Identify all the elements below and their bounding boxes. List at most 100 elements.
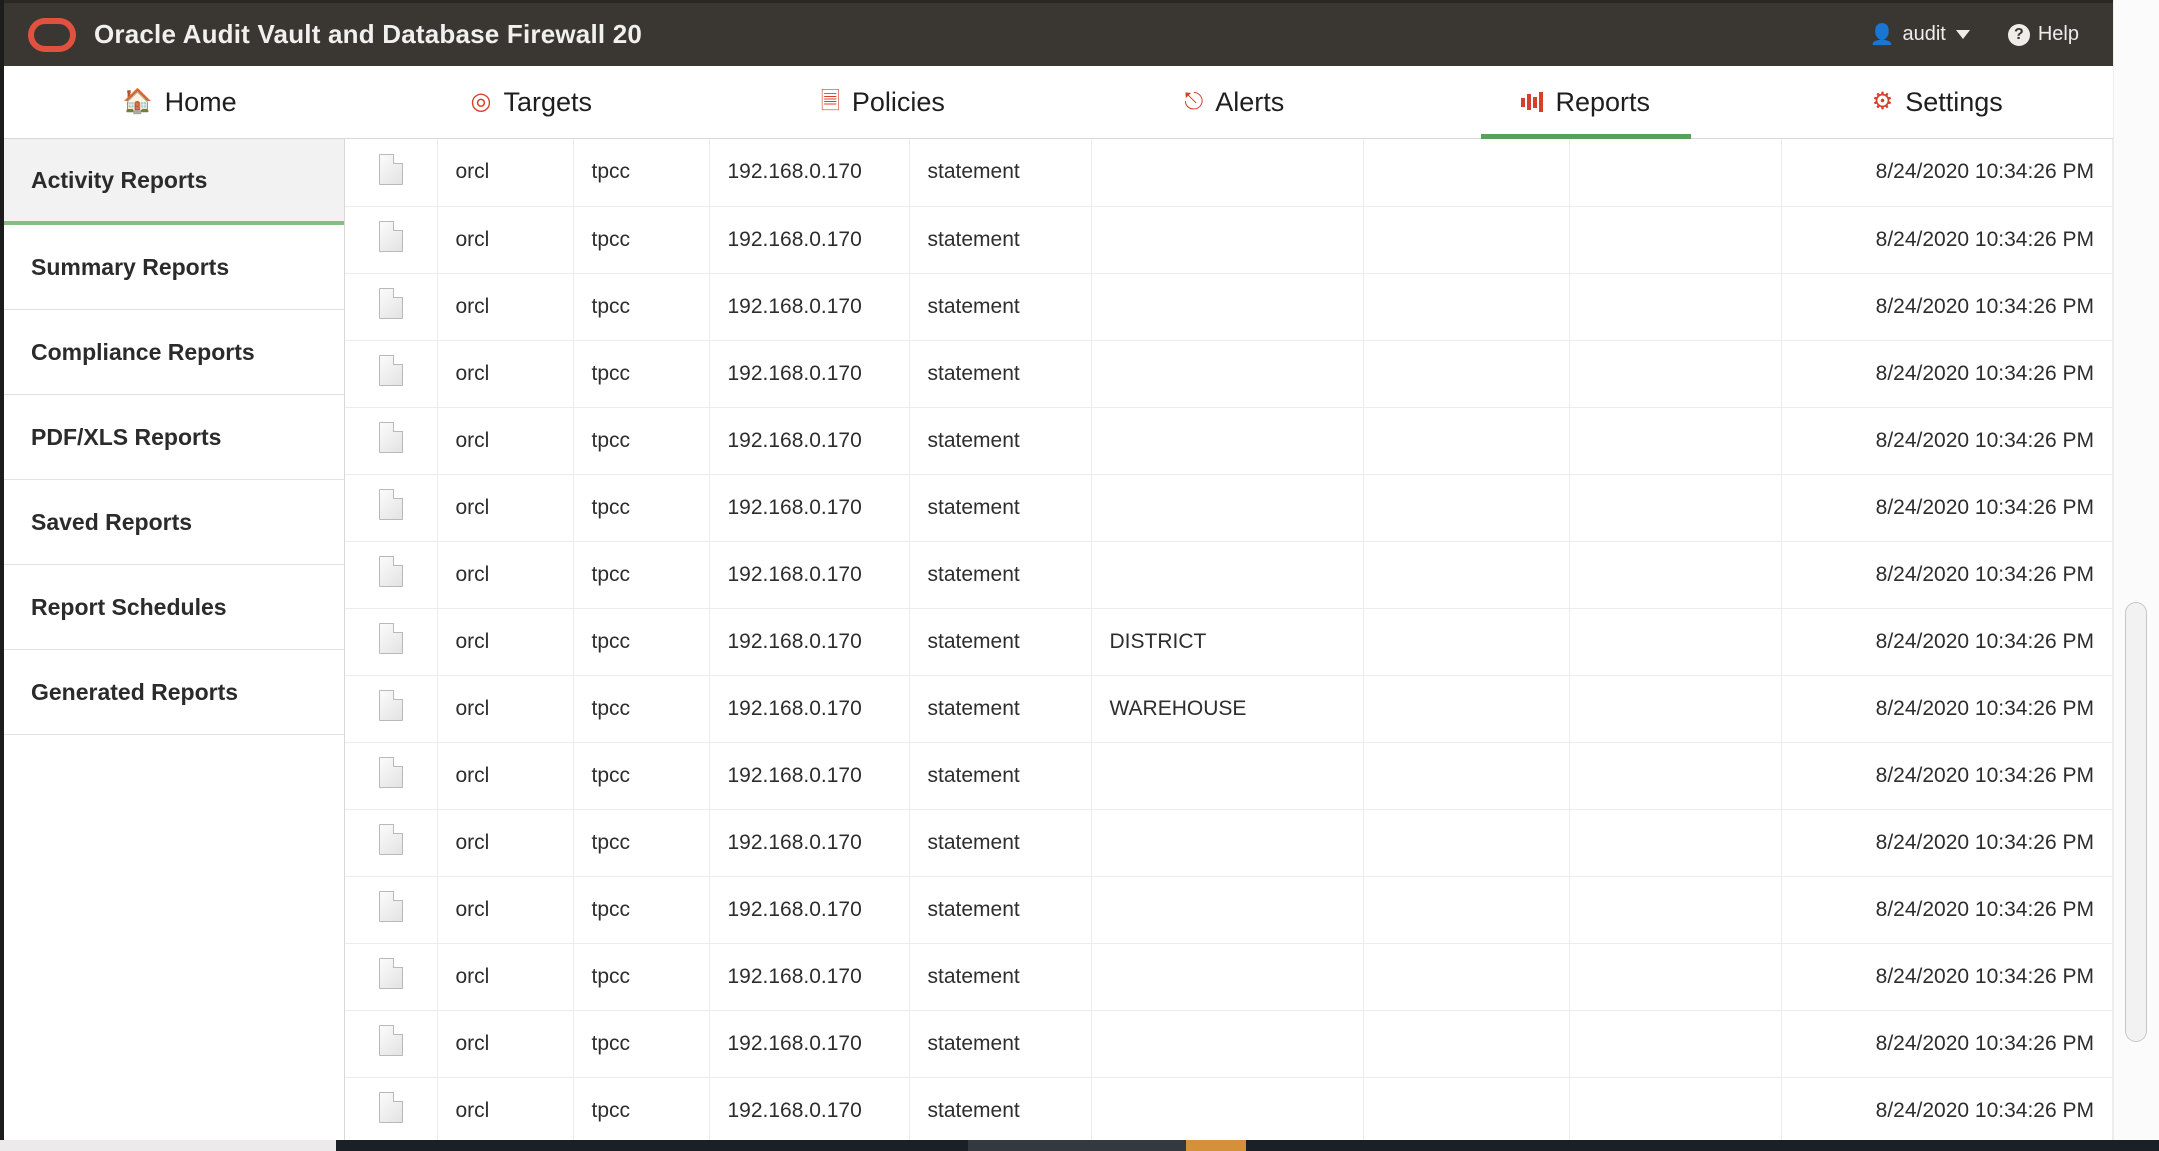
document-icon[interactable] xyxy=(378,288,403,319)
sidebar-item-generated-reports[interactable]: Generated Reports xyxy=(4,650,344,735)
document-icon[interactable] xyxy=(378,355,403,386)
vertical-scrollbar[interactable] xyxy=(2113,0,2159,1140)
row-detail-cell[interactable] xyxy=(345,675,438,743)
row-detail-cell[interactable] xyxy=(345,809,438,877)
reports-sidebar: Activity Reports Summary Reports Complia… xyxy=(4,139,345,1140)
document-icon[interactable] xyxy=(378,422,403,453)
row-detail-cell[interactable] xyxy=(345,139,438,207)
tab-reports[interactable]: Reports xyxy=(1410,66,1762,138)
row-detail-cell[interactable] xyxy=(345,742,438,810)
sidebar-item-activity-reports[interactable]: Activity Reports xyxy=(4,139,344,225)
document-icon[interactable] xyxy=(378,824,403,855)
cell-object xyxy=(1091,876,1364,944)
table-row[interactable]: orcl tpcc 192.168.0.170 statement 8/24/2… xyxy=(345,809,2113,877)
cell-object: WAREHOUSE xyxy=(1091,675,1364,743)
cell-event: statement xyxy=(909,474,1092,542)
table-row[interactable]: orcl tpcc 192.168.0.170 statement 8/24/2… xyxy=(345,876,2113,944)
row-detail-cell[interactable] xyxy=(345,206,438,274)
document-icon[interactable] xyxy=(378,891,403,922)
cell-target: orcl xyxy=(437,407,574,475)
document-icon[interactable] xyxy=(378,757,403,788)
tab-settings[interactable]: ⚙ Settings xyxy=(1762,66,2114,138)
row-detail-cell[interactable] xyxy=(345,474,438,542)
cell-extra xyxy=(1569,809,1782,877)
cell-event: statement xyxy=(909,139,1092,207)
cell-object xyxy=(1091,474,1364,542)
cell-time: 8/24/2020 10:34:26 PM xyxy=(1781,1077,2113,1140)
activity-report-table: orcl tpcc 192.168.0.170 statement 8/24/2… xyxy=(345,139,2113,1140)
cell-user: tpcc xyxy=(573,407,710,475)
table-row[interactable]: orcl tpcc 192.168.0.170 statement DISTRI… xyxy=(345,608,2113,676)
table-row[interactable]: orcl tpcc 192.168.0.170 statement 8/24/2… xyxy=(345,943,2113,1011)
activity-report-table-container[interactable]: orcl tpcc 192.168.0.170 statement 8/24/2… xyxy=(345,139,2113,1140)
document-icon[interactable] xyxy=(378,1025,403,1056)
cell-user: tpcc xyxy=(573,474,710,542)
user-icon: 👤 xyxy=(1869,23,1895,46)
table-row[interactable]: orcl tpcc 192.168.0.170 statement 8/24/2… xyxy=(345,474,2113,542)
taskbar-left-segment xyxy=(0,1140,336,1151)
cell-ip: 192.168.0.170 xyxy=(709,273,910,341)
cell-target: orcl xyxy=(437,675,574,743)
table-row[interactable]: orcl tpcc 192.168.0.170 statement 8/24/2… xyxy=(345,340,2113,408)
cell-object xyxy=(1091,943,1364,1011)
table-row[interactable]: orcl tpcc 192.168.0.170 statement 8/24/2… xyxy=(345,407,2113,475)
cell-ip: 192.168.0.170 xyxy=(709,876,910,944)
row-detail-cell[interactable] xyxy=(345,1010,438,1078)
table-row[interactable]: orcl tpcc 192.168.0.170 statement 8/24/2… xyxy=(345,541,2113,609)
sidebar-item-label: Summary Reports xyxy=(31,253,230,280)
table-row[interactable]: orcl tpcc 192.168.0.170 statement 8/24/2… xyxy=(345,273,2113,341)
tab-alerts[interactable]: ⎋ Alerts xyxy=(1059,66,1411,138)
row-detail-cell[interactable] xyxy=(345,407,438,475)
account-menu[interactable]: 👤 audit xyxy=(1870,23,1970,46)
row-detail-cell[interactable] xyxy=(345,340,438,408)
document-icon[interactable] xyxy=(378,690,403,721)
cell-extra xyxy=(1569,675,1782,743)
sidebar-item-saved-reports[interactable]: Saved Reports xyxy=(4,480,344,565)
table-row[interactable]: orcl tpcc 192.168.0.170 statement 8/24/2… xyxy=(345,1077,2113,1140)
table-row[interactable]: orcl tpcc 192.168.0.170 statement 8/24/2… xyxy=(345,1010,2113,1078)
table-row[interactable]: orcl tpcc 192.168.0.170 statement WAREHO… xyxy=(345,675,2113,743)
row-detail-cell[interactable] xyxy=(345,541,438,609)
cell-event: statement xyxy=(909,273,1092,341)
sidebar-item-summary-reports[interactable]: Summary Reports xyxy=(4,225,344,310)
cell-user: tpcc xyxy=(573,943,710,1011)
cell-object-type xyxy=(1363,474,1570,542)
sidebar-item-label: Activity Reports xyxy=(31,166,208,193)
document-icon[interactable] xyxy=(378,221,403,252)
vertical-scrollbar-thumb[interactable] xyxy=(2125,602,2147,1042)
row-detail-cell[interactable] xyxy=(345,1077,438,1140)
cell-target: orcl xyxy=(437,1077,574,1140)
table-body: orcl tpcc 192.168.0.170 statement 8/24/2… xyxy=(345,139,2113,1140)
cell-time: 8/24/2020 10:34:26 PM xyxy=(1781,541,2113,609)
row-detail-cell[interactable] xyxy=(345,876,438,944)
sidebar-item-pdf-xls-reports[interactable]: PDF/XLS Reports xyxy=(4,395,344,480)
help-link[interactable]: ? Help xyxy=(2007,23,2079,46)
cell-object xyxy=(1091,273,1364,341)
cell-event: statement xyxy=(909,608,1092,676)
table-row[interactable]: orcl tpcc 192.168.0.170 statement 8/24/2… xyxy=(345,206,2113,274)
tab-policies-label: Policies xyxy=(851,86,945,117)
cell-object xyxy=(1091,407,1364,475)
tab-policies[interactable]: 🗏 Policies xyxy=(707,66,1059,138)
document-icon[interactable] xyxy=(378,958,403,989)
document-icon[interactable] xyxy=(378,1092,403,1123)
cell-time: 8/24/2020 10:34:26 PM xyxy=(1781,407,2113,475)
cell-ip: 192.168.0.170 xyxy=(709,340,910,408)
tab-home[interactable]: 🏠 Home xyxy=(4,66,356,138)
table-row[interactable]: orcl tpcc 192.168.0.170 statement 8/24/2… xyxy=(345,742,2113,810)
row-detail-cell[interactable] xyxy=(345,273,438,341)
app-screen: Oracle Audit Vault and Database Firewall… xyxy=(0,0,2159,1151)
document-icon[interactable] xyxy=(378,153,403,185)
row-detail-cell[interactable] xyxy=(345,608,438,676)
cell-object xyxy=(1091,340,1364,408)
table-row[interactable]: orcl tpcc 192.168.0.170 statement 8/24/2… xyxy=(345,139,2113,207)
document-icon[interactable] xyxy=(378,623,403,654)
row-detail-cell[interactable] xyxy=(345,943,438,1011)
sidebar-item-report-schedules[interactable]: Report Schedules xyxy=(4,565,344,650)
taskbar-active-window[interactable] xyxy=(968,1140,1186,1151)
sidebar-item-compliance-reports[interactable]: Compliance Reports xyxy=(4,310,344,395)
document-icon[interactable] xyxy=(378,489,403,520)
document-icon[interactable] xyxy=(378,556,403,587)
cell-event: statement xyxy=(909,340,1092,408)
tab-targets[interactable]: ◎ Targets xyxy=(356,66,708,138)
